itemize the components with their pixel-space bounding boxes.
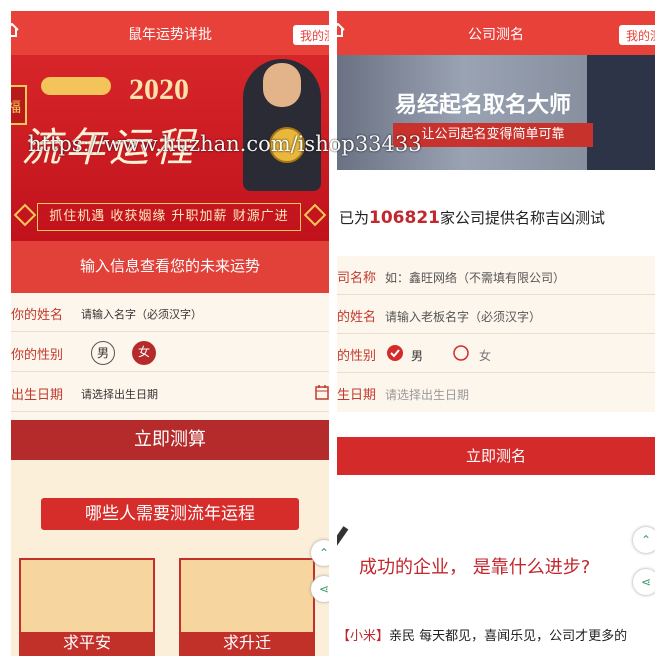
test-name-button[interactable]: 立即测名 [337, 437, 655, 475]
article-tag: 【小米】 [337, 629, 390, 644]
company-naming-screen: 公司测名 我的测 易经起名取名大师 让公司起名变得简单可靠 已为106821家公… [337, 11, 655, 656]
birth-label: 出生日期 [11, 388, 64, 403]
coin-decoration [269, 127, 305, 163]
my-tests-button[interactable]: 我的测 [618, 25, 655, 45]
card-label: 求平安 [21, 632, 153, 654]
article-snippet: 【小米】亲民 每天都见，喜闻乐见，公司才更多的 [337, 625, 627, 644]
fortune-form: 你的姓名 请输入名字（必须汉字） 你的性别 男 女 出生日期 请选择出生日期 [11, 293, 329, 420]
banner: 福 2020 流年运程 抓住机遇 收获姻缘 升职加薪 财源广进 [11, 55, 329, 241]
gender-male-option[interactable]: 男 [411, 347, 423, 364]
master-face [263, 63, 301, 107]
birth-row: 生日期 请选择出生日期 [337, 373, 655, 412]
gender-female-option[interactable]: 女 [479, 347, 491, 364]
header: 鼠年运势详批 我的测 [11, 11, 329, 55]
radio-unchecked-icon[interactable] [453, 345, 469, 361]
header: 公司测名 我的测 [337, 11, 655, 55]
birth-date-picker[interactable]: 请选择出生日期 [385, 386, 469, 403]
cloud-decoration [41, 77, 111, 95]
my-tests-button[interactable]: 我的测 [292, 25, 329, 45]
article-text: 亲民 每天都见，喜闻乐见，公司才更多的 [389, 629, 628, 644]
name-row: 你的姓名 请输入名字（必须汉字） [11, 293, 329, 332]
card-peace[interactable]: 求平安 [19, 558, 155, 656]
who-needs-section: 哪些人需要测流年运程 求平安 求升迁 ⌃ ⋖ [11, 460, 329, 656]
boss-label: 的姓名 [337, 310, 377, 325]
service-count: 已为106821家公司提供名称吉凶测试 [339, 207, 605, 228]
banner-subtitle: 让公司起名变得简单可靠 [393, 123, 593, 147]
gender-female-option[interactable]: 女 [132, 341, 156, 365]
gender-label: 的性别 [337, 349, 377, 364]
count-prefix: 已为 [339, 209, 370, 227]
birth-label: 生日期 [337, 388, 377, 403]
count-number: 106821 [369, 208, 440, 228]
section-banner: 哪些人需要测流年运程 [41, 498, 299, 530]
banner-calligraphy: 流年运程 [21, 125, 197, 171]
boss-name-input[interactable]: 请输入老板名字（必须汉字） [385, 308, 541, 325]
gender-row: 你的性别 男 女 [11, 333, 329, 372]
banner-tags: 抓住机遇 收获姻缘 升职加薪 财源广进 [37, 203, 301, 231]
name-input[interactable]: 请输入名字（必须汉字） [81, 306, 202, 322]
page-title: 鼠年运势详批 [128, 27, 212, 43]
banner-year: 2020 [129, 73, 189, 106]
article-heading: 成功的企业， 是靠什么进步? [359, 557, 591, 578]
company-input[interactable]: 如：鑫旺网络（不需填有限公司） [385, 269, 565, 286]
gender-label: 你的性别 [11, 348, 64, 363]
birth-date-picker[interactable]: 请选择出生日期 [81, 386, 158, 402]
handshake-photo [587, 55, 655, 170]
gender-male-option[interactable]: 男 [91, 341, 115, 365]
company-form: 司名称 如：鑫旺网络（不需填有限公司） 的姓名 请输入老板名字（必须汉字） 的性… [337, 256, 655, 412]
form-subtitle: 输入信息查看您的未来运势 [11, 241, 329, 293]
diamond-ornament-icon [13, 203, 37, 227]
page-title: 公司测名 [468, 27, 524, 43]
radio-checked-icon[interactable] [387, 345, 403, 361]
banner-title: 易经起名取名大师 [395, 93, 572, 118]
company-row: 司名称 如：鑫旺网络（不需填有限公司） [337, 256, 655, 295]
company-label: 司名称 [337, 271, 377, 286]
birth-row: 出生日期 请选择出生日期 [11, 373, 329, 412]
share-icon[interactable]: ⋖ [633, 569, 655, 595]
diamond-ornament-icon [303, 203, 327, 227]
card-promotion[interactable]: 求升迁 [179, 558, 315, 656]
boss-row: 的姓名 请输入老板名字（必须汉字） [337, 295, 655, 334]
count-suffix: 家公司提供名称吉凶测试 [440, 209, 606, 227]
fortune-screen: 鼠年运势详批 我的测 福 2020 流年运程 抓住机遇 收获姻缘 升职加薪 财源… [11, 11, 329, 656]
card-label: 求升迁 [181, 632, 313, 654]
calculate-button[interactable]: 立即测算 [11, 420, 329, 460]
calendar-icon[interactable] [315, 384, 329, 400]
banner: 易经起名取名大师 让公司起名变得简单可靠 [337, 55, 655, 170]
scroll-top-icon[interactable]: ⌃ [633, 527, 655, 553]
gender-row: 的性别 男 女 [337, 334, 655, 373]
name-label: 你的姓名 [11, 308, 64, 323]
